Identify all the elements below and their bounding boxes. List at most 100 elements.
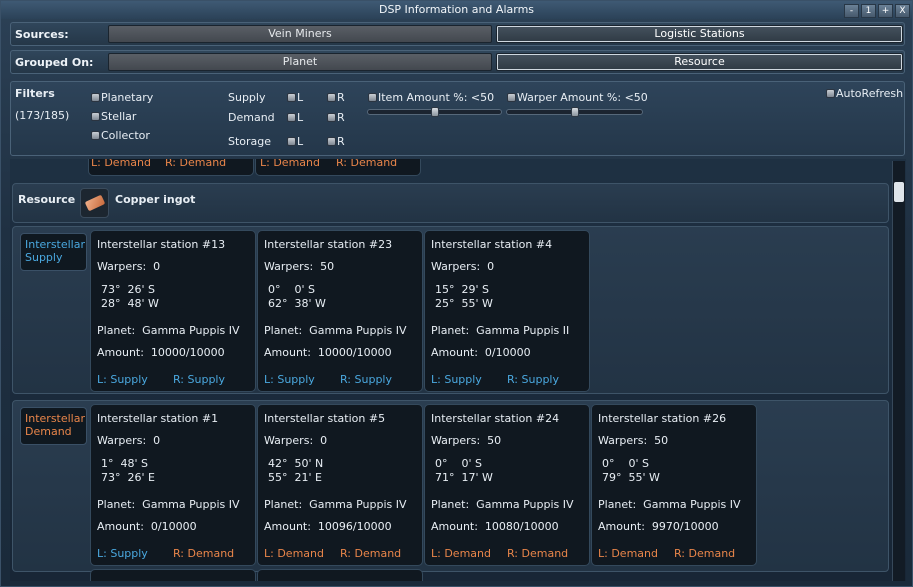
- checkbox-icon: [327, 113, 336, 122]
- minimize-button[interactable]: -: [844, 4, 859, 18]
- warpers-count: Warpers: 50: [431, 434, 502, 447]
- autorefresh-checkbox[interactable]: AutoRefresh: [826, 87, 903, 100]
- item-amount-slider[interactable]: [367, 107, 502, 117]
- amount-value: Amount: 10000/10000: [264, 346, 392, 359]
- station-title: Interstellar station #24: [431, 412, 560, 425]
- storage-local-checkbox[interactable]: L: [287, 135, 303, 148]
- filter-stellar-checkbox[interactable]: Stellar: [91, 110, 136, 123]
- warper-amount-checkbox[interactable]: Warper Amount %: <50: [507, 91, 648, 104]
- supply-local-checkbox[interactable]: L: [287, 91, 303, 104]
- item-amount-label: Item Amount %: <50: [378, 91, 495, 104]
- main-window: DSP Information and Alarms - 1 + X Sourc…: [0, 0, 913, 587]
- longitude: 55° 21' E: [268, 471, 322, 484]
- item-amount-slider-knob[interactable]: [430, 107, 439, 117]
- group-planet-button[interactable]: Planet: [108, 53, 492, 71]
- longitude: 73° 26' E: [101, 471, 155, 484]
- amount-value: Amount: 10000/10000: [97, 346, 225, 359]
- warpers-count: Warpers: 0: [264, 434, 328, 447]
- planet-name: Planet: Gamma Puppis II: [431, 324, 570, 337]
- partial-station-card: [257, 569, 423, 581]
- checkbox-icon: [287, 137, 296, 146]
- remote-status: R: Supply: [173, 373, 225, 386]
- remote-status: R: Supply: [507, 373, 559, 386]
- filters-label: Filters: [15, 87, 55, 100]
- checkbox-icon: [507, 93, 516, 102]
- sources-row: Sources: Vein Miners Logistic Stations: [10, 22, 905, 46]
- supply-remote-checkbox[interactable]: R: [327, 91, 345, 104]
- planet-name: Planet: Gamma Puppis IV: [97, 324, 240, 337]
- checkbox-icon: [368, 93, 377, 102]
- partial-station-card: [90, 569, 256, 581]
- station-title: Interstellar station #26: [598, 412, 727, 425]
- checkbox-icon: [327, 137, 336, 146]
- latitude: 15° 29' S: [435, 283, 489, 296]
- station-card[interactable]: Interstellar station #4 Warpers: 0 15° 29'…: [424, 230, 590, 392]
- title-bar[interactable]: DSP Information and Alarms - 1 + X: [1, 1, 912, 19]
- group-label: Interstellar Demand: [20, 407, 87, 445]
- remote-status: R: Demand: [507, 547, 569, 560]
- planet-name: Planet: Gamma Puppis IV: [431, 498, 574, 511]
- remote-label: R: [337, 111, 345, 124]
- station-list[interactable]: L: Demand R: Demand L: Demand R: Demand …: [10, 159, 906, 581]
- station-card[interactable]: Interstellar station #23 Warpers: 50 0° 0'…: [257, 230, 423, 392]
- filter-planetary-label: Planetary: [101, 91, 154, 104]
- vertical-scrollbar[interactable]: [892, 161, 905, 581]
- resource-name: Copper ingot: [115, 193, 196, 206]
- remote-label: R: [337, 91, 345, 104]
- demand-local-checkbox[interactable]: L: [287, 111, 303, 124]
- remote-status: R: Demand: [165, 159, 227, 169]
- warpers-count: Warpers: 50: [264, 260, 335, 273]
- station-title: Interstellar station #13: [97, 238, 226, 251]
- group-resource-button[interactable]: Resource: [496, 53, 903, 71]
- item-amount-checkbox[interactable]: Item Amount %: <50: [368, 91, 494, 104]
- longitude: 28° 48' W: [101, 297, 159, 310]
- remote-status: R: Demand: [173, 547, 235, 560]
- local-status: L: Supply: [97, 373, 148, 386]
- local-label: L: [297, 91, 304, 104]
- group-interstellar-demand: Interstellar Demand Interstellar station …: [12, 400, 889, 572]
- filter-collector-checkbox[interactable]: Collector: [91, 129, 150, 142]
- grouped-label: Grouped On:: [15, 56, 94, 69]
- local-label: L: [297, 111, 304, 124]
- planet-name: Planet: Gamma Puppis IV: [264, 498, 407, 511]
- planet-name: Planet: Gamma Puppis IV: [598, 498, 741, 511]
- demand-remote-checkbox[interactable]: R: [327, 111, 345, 124]
- checkbox-icon: [287, 93, 296, 102]
- station-card[interactable]: Interstellar station #26 Warpers: 50 0° 0'…: [591, 404, 757, 566]
- copper-ingot-icon: [80, 188, 109, 218]
- amount-value: Amount: 0/10000: [431, 346, 531, 359]
- sources-label: Sources:: [15, 28, 69, 41]
- local-status: L: Supply: [97, 547, 148, 560]
- warper-amount-slider[interactable]: [506, 107, 643, 117]
- close-button[interactable]: X: [895, 4, 910, 18]
- amount-value: Amount: 9970/10000: [598, 520, 719, 533]
- checkbox-icon: [91, 112, 100, 121]
- source-logistic-stations-button[interactable]: Logistic Stations: [496, 25, 903, 43]
- maximize-button[interactable]: +: [878, 4, 893, 18]
- scrollbar-thumb[interactable]: [894, 182, 904, 202]
- station-card[interactable]: Interstellar station #24 Warpers: 50 0° 0'…: [424, 404, 590, 566]
- local-status: L: Demand: [431, 547, 491, 560]
- latitude: 73° 26' S: [101, 283, 155, 296]
- storage-remote-checkbox[interactable]: R: [327, 135, 345, 148]
- storage-filter-label: Storage: [228, 135, 272, 148]
- station-card[interactable]: Interstellar station #1 Warpers: 0 1° 48' …: [90, 404, 256, 566]
- warper-amount-slider-knob[interactable]: [570, 107, 579, 117]
- latitude: 0° 0' S: [268, 283, 315, 296]
- source-vein-miners-button[interactable]: Vein Miners: [108, 25, 492, 43]
- warpers-count: Warpers: 50: [598, 434, 669, 447]
- station-card[interactable]: Interstellar station #5 Warpers: 0 42° 50'…: [257, 404, 423, 566]
- station-title: Interstellar station #5: [264, 412, 386, 425]
- station-card[interactable]: Interstellar station #13 Warpers: 0 73° 26…: [90, 230, 256, 392]
- local-status: L: Supply: [264, 373, 315, 386]
- remote-status: R: Demand: [674, 547, 736, 560]
- size-preset-button[interactable]: 1: [861, 4, 876, 18]
- remote-label: R: [337, 135, 345, 148]
- planet-name: Planet: Gamma Puppis IV: [97, 498, 240, 511]
- local-status: L: Demand: [260, 159, 320, 169]
- filter-planetary-checkbox[interactable]: Planetary: [91, 91, 153, 104]
- warpers-count: Warpers: 0: [97, 260, 161, 273]
- checkbox-icon: [826, 89, 835, 98]
- window-title: DSP Information and Alarms: [378, 3, 535, 16]
- local-status: L: Demand: [264, 547, 324, 560]
